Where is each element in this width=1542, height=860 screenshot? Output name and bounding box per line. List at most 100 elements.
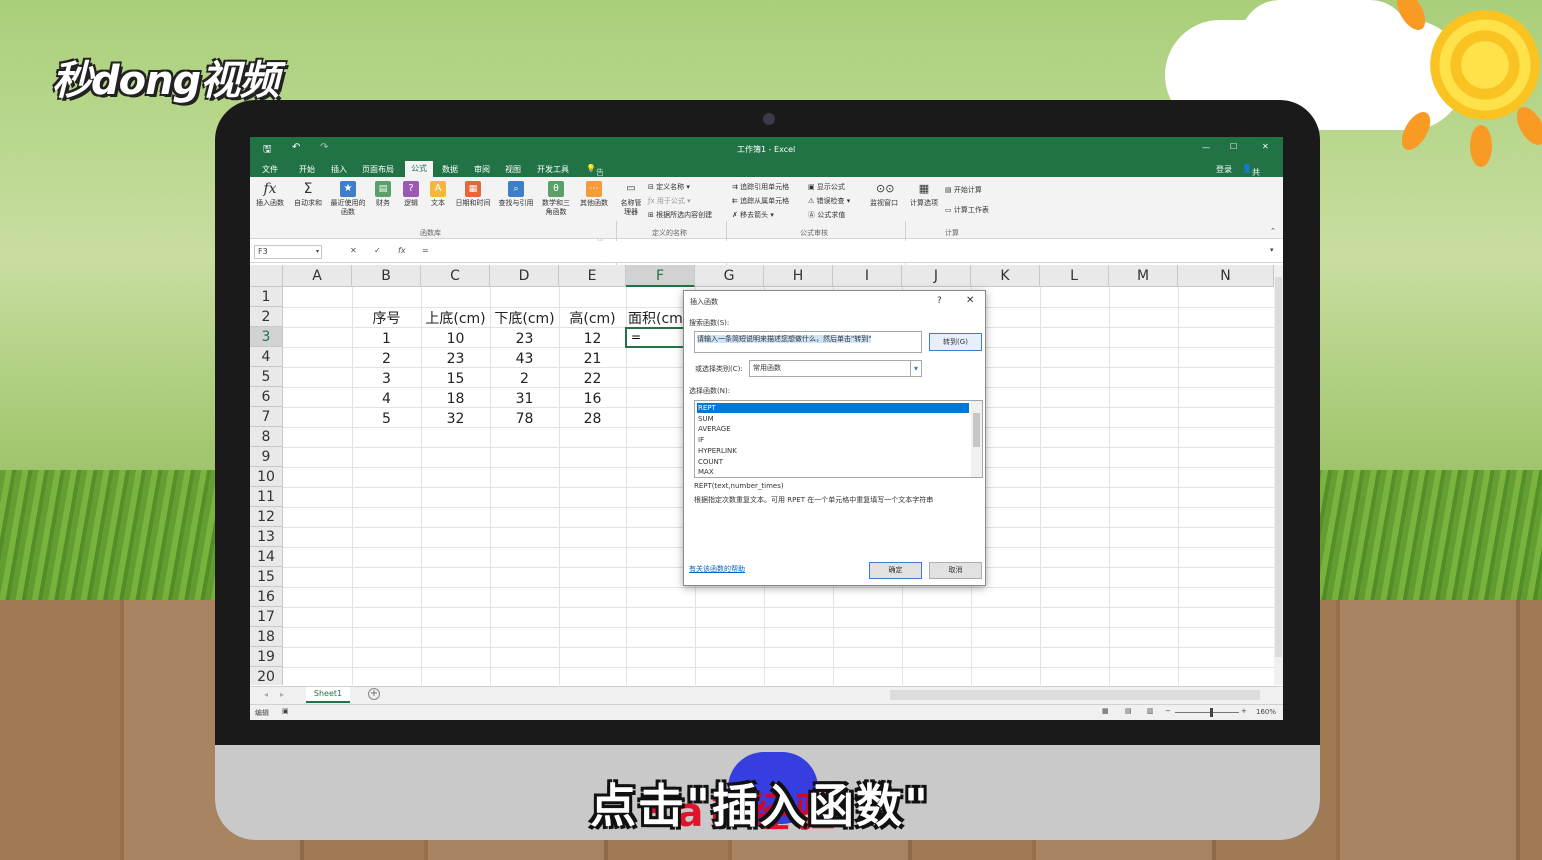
zoom-slider[interactable] bbox=[1175, 712, 1239, 713]
column-header[interactable]: N bbox=[1178, 265, 1274, 287]
row-header[interactable]: 5 bbox=[250, 367, 283, 387]
table-cell[interactable]: 31 bbox=[490, 389, 559, 409]
table-header-cell[interactable]: 高(cm) bbox=[559, 309, 626, 329]
table-header-cell[interactable]: 下底(cm) bbox=[490, 309, 559, 329]
calc-now-button[interactable]: ▤ 开始计算 bbox=[945, 185, 982, 195]
tell-me-input[interactable]: 💡 告诉我你想要做什么... bbox=[586, 164, 612, 265]
table-cell[interactable]: 12 bbox=[559, 329, 626, 349]
table-cell[interactable]: 5 bbox=[352, 409, 421, 429]
recent-functions-button[interactable]: ★ 最近使用的函数 bbox=[328, 181, 368, 217]
share-button[interactable]: 👤 共享 bbox=[1242, 164, 1260, 188]
column-header[interactable]: M bbox=[1109, 265, 1178, 287]
function-help-link[interactable]: 有关该函数的帮助 bbox=[689, 564, 745, 574]
calc-sheet-button[interactable]: ▭ 计算工作表 bbox=[945, 205, 989, 215]
remove-arrows-button[interactable]: ✗ 移去箭头 ▾ bbox=[732, 210, 774, 220]
menu-file[interactable]: 文件 bbox=[262, 164, 278, 175]
column-header[interactable]: B bbox=[352, 265, 421, 287]
vertical-scroll-thumb[interactable] bbox=[1275, 277, 1282, 657]
list-item[interactable]: HYPERLINK bbox=[697, 446, 969, 456]
search-input[interactable]: 请输入一条简短说明来描述您想做什么，然后单击"转到" bbox=[694, 331, 922, 353]
prev-sheet-icon[interactable]: ◂ bbox=[264, 690, 268, 699]
zoom-level[interactable]: 160% bbox=[1256, 708, 1276, 716]
row-header[interactable]: 20 bbox=[250, 667, 283, 685]
column-header-selected[interactable]: F bbox=[626, 265, 695, 287]
row-header-selected[interactable]: 3 bbox=[250, 327, 283, 347]
formula-input[interactable]: = bbox=[422, 246, 429, 255]
function-list[interactable]: REPT SUM AVERAGE IF HYPERLINK COUNT MAX bbox=[694, 400, 983, 478]
sheet-tab[interactable]: Sheet1 bbox=[306, 687, 350, 703]
maximize-icon[interactable]: ☐ bbox=[1230, 142, 1237, 151]
table-cell[interactable]: 43 bbox=[490, 349, 559, 369]
column-header[interactable]: G bbox=[695, 265, 764, 287]
lookup-button[interactable]: ⌕ 查找与引用 bbox=[495, 181, 537, 208]
use-in-formula-button[interactable]: ƒx 用于公式 ▾ bbox=[648, 196, 691, 206]
select-all-corner[interactable] bbox=[250, 265, 283, 287]
row-header[interactable]: 11 bbox=[250, 487, 283, 507]
undo-icon[interactable]: ↶ bbox=[292, 142, 300, 153]
help-icon[interactable]: ? bbox=[937, 296, 942, 306]
financial-button[interactable]: ▤ 财务 bbox=[370, 181, 396, 208]
list-scroll-thumb[interactable] bbox=[973, 413, 980, 447]
zoom-out-icon[interactable]: − bbox=[1165, 707, 1171, 715]
table-header-cell[interactable]: 上底(cm) bbox=[421, 309, 490, 329]
table-cell[interactable]: 23 bbox=[490, 329, 559, 349]
column-header[interactable]: K bbox=[971, 265, 1040, 287]
table-cell[interactable]: 28 bbox=[559, 409, 626, 429]
table-cell[interactable]: 16 bbox=[559, 389, 626, 409]
column-header[interactable]: J bbox=[902, 265, 971, 287]
ok-button[interactable]: 确定 bbox=[869, 562, 922, 579]
table-cell[interactable]: 3 bbox=[352, 369, 421, 389]
column-header[interactable]: I bbox=[833, 265, 902, 287]
column-header[interactable]: A bbox=[283, 265, 352, 287]
save-icon[interactable]: 🖫 bbox=[263, 142, 272, 159]
page-break-view-icon[interactable]: ▥ bbox=[1147, 707, 1154, 715]
table-cell[interactable]: 22 bbox=[559, 369, 626, 389]
menu-developer[interactable]: 开发工具 bbox=[537, 164, 569, 175]
name-manager-button[interactable]: ▭ 名称管理器 bbox=[618, 181, 644, 217]
menu-review[interactable]: 审阅 bbox=[474, 164, 490, 175]
horizontal-scrollbar[interactable] bbox=[890, 690, 1260, 700]
list-item[interactable]: COUNT bbox=[697, 457, 969, 467]
category-select[interactable]: 常用函数 bbox=[749, 360, 922, 377]
table-cell[interactable]: 21 bbox=[559, 349, 626, 369]
sign-in-link[interactable]: 登录 bbox=[1216, 164, 1232, 175]
table-cell[interactable]: 2 bbox=[490, 369, 559, 389]
trace-precedents-button[interactable]: ⇉ 追踪引用单元格 bbox=[732, 182, 789, 192]
logical-button[interactable]: ? 逻辑 bbox=[398, 181, 424, 208]
expand-formula-icon[interactable]: ▾ bbox=[1270, 246, 1274, 254]
collapse-ribbon-icon[interactable]: ⌃ bbox=[1270, 227, 1276, 235]
table-cell[interactable]: 4 bbox=[352, 389, 421, 409]
error-checking-button[interactable]: ⚠ 错误检查 ▾ bbox=[808, 196, 850, 206]
menu-insert[interactable]: 插入 bbox=[331, 164, 347, 175]
row-header[interactable]: 18 bbox=[250, 627, 283, 647]
table-cell[interactable]: 2 bbox=[352, 349, 421, 369]
table-cell[interactable]: 23 bbox=[421, 349, 490, 369]
evaluate-formula-button[interactable]: Ⓐ 公式求值 bbox=[808, 210, 845, 220]
row-header[interactable]: 1 bbox=[250, 287, 283, 307]
text-button[interactable]: A 文本 bbox=[425, 181, 451, 208]
row-header[interactable]: 10 bbox=[250, 467, 283, 487]
normal-view-icon[interactable]: ▦ bbox=[1102, 707, 1109, 715]
show-formulas-button[interactable]: ▣ 显示公式 bbox=[808, 182, 845, 192]
row-header[interactable]: 2 bbox=[250, 307, 283, 327]
column-header[interactable]: C bbox=[421, 265, 490, 287]
goto-button[interactable]: 转到(G) bbox=[929, 333, 982, 351]
zoom-slider-thumb[interactable] bbox=[1210, 708, 1213, 717]
minimize-icon[interactable]: — bbox=[1202, 143, 1210, 152]
close-icon[interactable]: ✕ bbox=[966, 295, 974, 306]
math-button[interactable]: θ 数学和三角函数 bbox=[539, 181, 573, 217]
table-cell[interactable]: 15 bbox=[421, 369, 490, 389]
page-layout-view-icon[interactable]: ▤ bbox=[1125, 707, 1132, 715]
close-icon[interactable]: ✕ bbox=[1262, 142, 1269, 151]
row-header[interactable]: 4 bbox=[250, 347, 283, 367]
menu-formulas[interactable]: 公式 bbox=[405, 161, 433, 177]
menu-view[interactable]: 视图 bbox=[505, 164, 521, 175]
row-header[interactable]: 17 bbox=[250, 607, 283, 627]
column-header[interactable]: E bbox=[559, 265, 626, 287]
row-header[interactable]: 7 bbox=[250, 407, 283, 427]
autosum-button[interactable]: Σ 自动求和 bbox=[290, 181, 326, 208]
list-item[interactable]: SUM bbox=[697, 414, 969, 424]
table-cell[interactable]: 32 bbox=[421, 409, 490, 429]
table-cell[interactable]: 78 bbox=[490, 409, 559, 429]
table-cell[interactable]: 18 bbox=[421, 389, 490, 409]
